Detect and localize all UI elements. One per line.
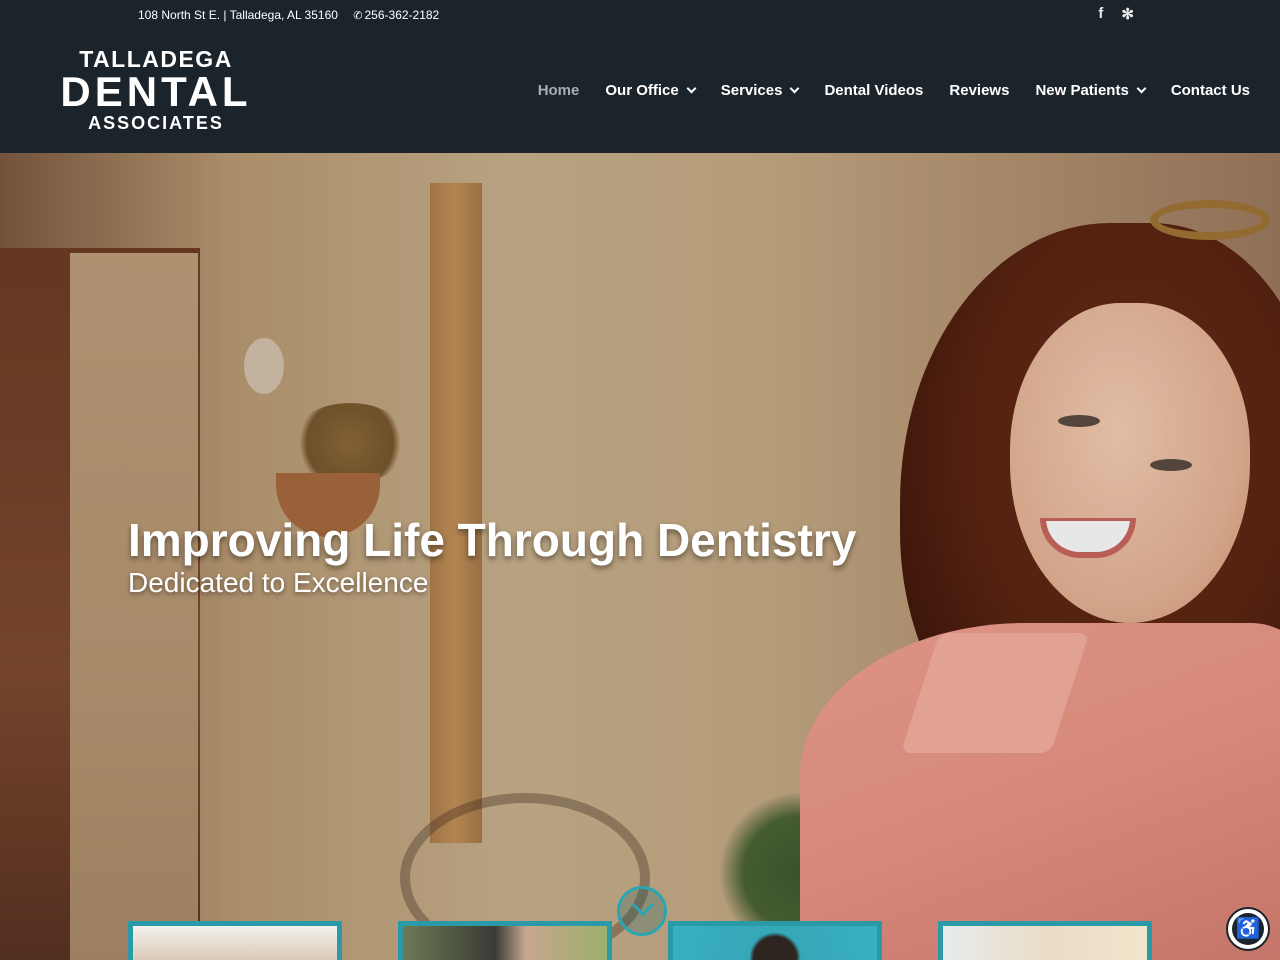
nav-item-our-office[interactable]: Our Office (605, 82, 697, 99)
main-nav: Home Our Office Services Dental Videos R… (512, 82, 1250, 99)
feature-card-4[interactable] (938, 921, 1152, 960)
hero-subheadline: Dedicated to Excellence (128, 567, 429, 598)
address-text: 108 North St E. | Talladega, AL 35160 (138, 8, 338, 22)
feature-card-photo (403, 926, 607, 960)
nav-item-contact-us[interactable]: Contact Us (1171, 82, 1250, 99)
accessibility-icon: ♿ (1232, 913, 1264, 945)
feature-card-photo (133, 926, 337, 960)
nav-item-home[interactable]: Home (538, 82, 580, 99)
chevron-down-icon (631, 893, 655, 917)
feature-card-3[interactable] (668, 921, 882, 960)
nav-item-label: New Patients (1035, 82, 1129, 99)
phone-link[interactable]: 256-362-2182 (365, 8, 440, 22)
nav-item-reviews[interactable]: Reviews (949, 82, 1009, 99)
site-header: TALLADEGA DENTAL ASSOCIATES Home Our Off… (0, 32, 1280, 153)
social-links: f ✻ (1098, 5, 1134, 23)
feature-card-2[interactable] (398, 921, 612, 960)
nav-item-label: Dental Videos (824, 82, 924, 99)
feature-card-photo (673, 926, 877, 960)
accessibility-button[interactable]: ♿ (1226, 907, 1270, 951)
nav-item-label: Services (720, 82, 783, 99)
hero-headline: Improving Life Through Dentistry (128, 514, 857, 566)
hero-banner: Improving Life Through Dentistry Dedicat… (0, 153, 1280, 960)
phone-icon: ✆ (353, 10, 363, 22)
logo-line-2: DENTAL (60, 68, 252, 115)
nav-item-services[interactable]: Services (720, 82, 800, 99)
nav-item-label: Contact Us (1170, 82, 1250, 99)
nav-item-label: Reviews (949, 82, 1010, 99)
chevron-down-icon (686, 83, 697, 94)
feature-card-1[interactable] (128, 921, 342, 960)
scroll-down-button[interactable] (617, 886, 667, 936)
nav-item-label: Home (537, 82, 580, 99)
feature-card-photo (943, 926, 1147, 960)
top-bar: 108 North St E. | Talladega, AL 35160 ✆ 2… (0, 0, 1280, 32)
chevron-down-icon (1136, 83, 1147, 94)
nav-item-new-patients[interactable]: New Patients (1035, 82, 1147, 99)
nav-item-label: Our Office (605, 82, 679, 99)
contact-info: 108 North St E. | Talladega, AL 35160 ✆ 2… (138, 8, 439, 22)
logo-line-3: ASSOCIATES (88, 113, 224, 133)
facebook-icon[interactable]: f (1098, 5, 1103, 23)
yelp-icon[interactable]: ✻ (1121, 5, 1134, 23)
chevron-down-icon (790, 83, 800, 94)
site-logo[interactable]: TALLADEGA DENTAL ASSOCIATES (44, 46, 268, 134)
nav-item-dental-videos[interactable]: Dental Videos (824, 82, 923, 99)
